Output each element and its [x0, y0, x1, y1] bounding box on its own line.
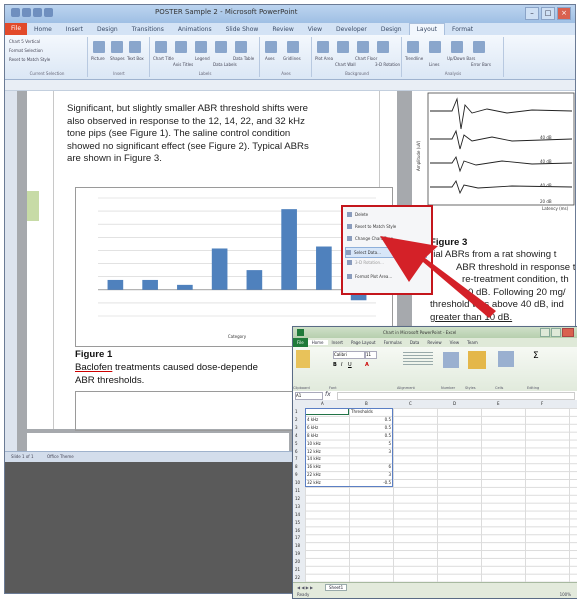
excel-tab-file[interactable]: File — [293, 338, 308, 347]
font-size-box[interactable]: 11 — [365, 351, 377, 359]
column-header-b[interactable]: B — [365, 401, 368, 406]
row-header[interactable]: 15 — [295, 520, 300, 525]
cell-a[interactable]: 16 kHz — [307, 464, 321, 469]
cell-b[interactable]: 5 — [351, 441, 391, 446]
excel-tab-review[interactable]: Review — [423, 340, 445, 345]
column-header-d[interactable]: D — [453, 401, 456, 406]
row-header[interactable]: 3 — [295, 425, 298, 430]
paste-icon[interactable] — [296, 350, 310, 368]
excel-maximize-button[interactable] — [551, 328, 561, 337]
cell-a[interactable]: 8 kHz — [307, 433, 318, 438]
column-header-a[interactable]: A — [321, 401, 324, 406]
row-header[interactable]: 5 — [295, 441, 298, 446]
cell-b[interactable]: 6 — [351, 464, 391, 469]
row-header[interactable]: 6 — [295, 449, 298, 454]
spreadsheet-grid[interactable]: Thresholds 4 kHz 0.5 6 kHz 0.5 8 kHz 0.5 10 kHz… — [305, 408, 577, 582]
row-header[interactable]: 18 — [295, 543, 300, 548]
font-color-button[interactable]: A — [365, 362, 369, 368]
excel-minimize-button[interactable] — [540, 328, 550, 337]
excel-tab-home[interactable]: Home — [307, 340, 328, 345]
sheet-nav-arrows[interactable]: ◀ ◀ ▶ ▶ — [297, 585, 313, 590]
underline-button[interactable]: U — [348, 362, 352, 368]
group-label: Styles — [465, 386, 476, 390]
cell-a[interactable]: 22 kHz — [307, 472, 321, 477]
cell-b[interactable]: 0.5 — [351, 417, 391, 422]
cell-b[interactable]: 0.5 — [351, 433, 391, 438]
column-header-c[interactable]: C — [409, 401, 412, 406]
red-arrow-icon — [380, 236, 496, 318]
excel-title: Chart in Microsoft PowerPoint - Excel — [383, 330, 457, 335]
group-label: Number — [441, 386, 456, 390]
row-header[interactable]: 20 — [295, 559, 300, 564]
number-format-icon[interactable] — [443, 352, 459, 368]
row-header[interactable]: 17 — [295, 535, 300, 540]
cell-a[interactable]: 32 kHz — [307, 480, 321, 485]
row-header[interactable]: 14 — [295, 512, 300, 517]
cell-a[interactable]: 12 kHz — [307, 449, 321, 454]
row-header[interactable]: 9 — [295, 472, 298, 477]
column-header-f[interactable]: F — [541, 401, 543, 406]
cell-b[interactable]: 0.5 — [351, 425, 391, 430]
group-label: Clipboard — [293, 386, 310, 390]
sheet-tab-sheet1[interactable]: Sheet1 — [325, 584, 348, 591]
font-name-box[interactable]: Calibri — [333, 351, 365, 359]
row-header[interactable]: 10 — [295, 480, 300, 485]
bold-button[interactable]: B — [333, 362, 337, 368]
row-header[interactable]: 2 — [295, 417, 298, 422]
cell-a[interactable]: 14 kHz — [307, 456, 321, 461]
cell-a[interactable]: 4 kHz — [307, 417, 318, 422]
excel-tab-view[interactable]: View — [446, 340, 464, 345]
excel-window: Chart in Microsoft PowerPoint - Excel Fi… — [292, 326, 577, 599]
excel-tab-data[interactable]: Data — [406, 340, 424, 345]
row-header[interactable]: 16 — [295, 528, 300, 533]
row-header[interactable]: 22 — [295, 575, 300, 580]
cell-b1[interactable]: Thresholds — [351, 409, 373, 414]
row-header[interactable]: 21 — [295, 567, 300, 572]
excel-title-bar: Chart in Microsoft PowerPoint - Excel — [293, 327, 577, 338]
row-header[interactable]: 8 — [295, 464, 298, 469]
excel-status: Ready — [297, 592, 310, 597]
excel-bottom-bar: ◀ ◀ ▶ ▶ Sheet1 Ready 100% — [293, 582, 577, 598]
excel-tab-insert[interactable]: Insert — [328, 340, 347, 345]
row-header[interactable]: 11 — [295, 488, 300, 493]
group-label: Editing — [527, 386, 540, 390]
zoom-level[interactable]: 100% — [560, 592, 571, 597]
styles-icon[interactable] — [468, 351, 486, 369]
name-box[interactable]: A1 — [295, 392, 323, 400]
excel-group-labels: Clipboard Font Alignment Number Styles C… — [293, 386, 577, 390]
excel-icon — [297, 329, 304, 336]
italic-button[interactable]: I — [341, 362, 342, 368]
row-header[interactable]: 13 — [295, 504, 300, 509]
group-label: Alignment — [397, 386, 415, 390]
column-header-e[interactable]: E — [497, 401, 500, 406]
sum-icon[interactable]: Σ — [533, 351, 539, 361]
excel-tab-formulas[interactable]: Formulas — [380, 340, 406, 345]
cell-a[interactable]: 10 kHz — [307, 441, 321, 446]
fx-icon[interactable]: fx — [325, 391, 331, 398]
row-header[interactable]: 19 — [295, 551, 300, 556]
excel-close-button[interactable] — [562, 328, 574, 337]
excel-ribbon: Calibri 11 B I U A Σ Clipboard Font Alig… — [293, 347, 577, 392]
alignment-icon[interactable] — [403, 352, 433, 366]
row-header[interactable]: 7 — [295, 456, 298, 461]
formula-input[interactable] — [337, 392, 575, 400]
excel-window-controls — [540, 328, 574, 337]
cells-icon[interactable] — [498, 351, 514, 367]
group-label: Font — [329, 386, 337, 390]
excel-tab-page-layout[interactable]: Page Layout — [347, 340, 380, 345]
cell-a[interactable]: 6 kHz — [307, 425, 318, 430]
row-header[interactable]: 4 — [295, 433, 298, 438]
excel-tab-team[interactable]: Team — [463, 340, 482, 345]
cell-b[interactable]: -0.5 — [351, 480, 391, 485]
cell-b[interactable]: 3 — [351, 449, 391, 454]
excel-tabs: File Home Insert Page Layout Formulas Da… — [293, 338, 577, 347]
row-header[interactable]: 1 — [295, 409, 298, 414]
cell-b[interactable]: 3 — [351, 472, 391, 477]
group-label: Cells — [495, 386, 504, 390]
row-header[interactable]: 12 — [295, 496, 300, 501]
